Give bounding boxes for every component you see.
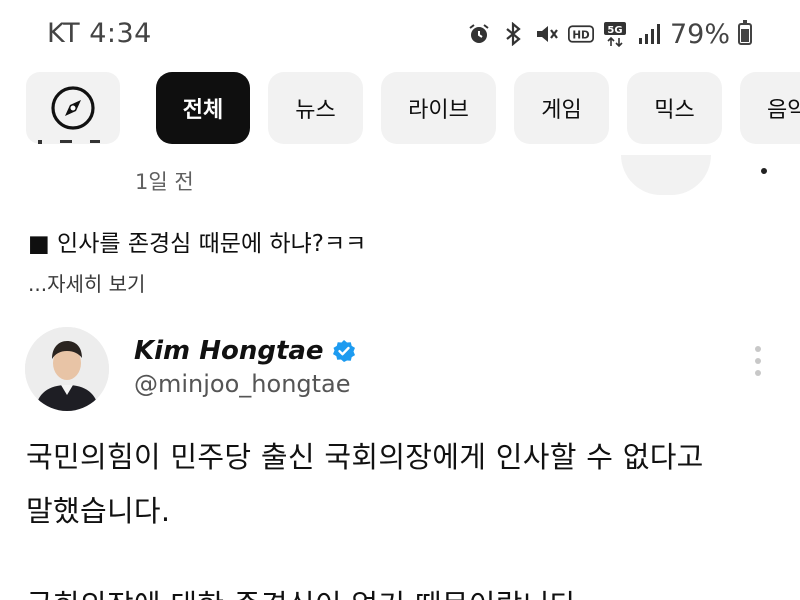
tweet-handle: @minjoo_hongtae — [134, 370, 351, 398]
carrier-label: KT — [47, 18, 81, 49]
status-icons: HD 5G 79% — [466, 18, 752, 50]
explore-button[interactable] — [26, 72, 120, 144]
author-name: Kim Hongtae — [134, 336, 324, 366]
5g-label: 5G — [607, 25, 622, 36]
verified-badge-icon — [332, 340, 355, 362]
bluetooth-icon — [500, 21, 526, 47]
status-bar: KT 4:34 HD 5G 79% — [0, 0, 800, 68]
chip-live[interactable]: 라이브 — [381, 72, 496, 144]
mute-icon — [534, 21, 560, 47]
read-more-link[interactable]: ...자세히 보기 — [28, 268, 145, 297]
chip-all[interactable]: 전체 — [156, 72, 250, 144]
clock: 4:34 — [89, 18, 152, 49]
kebab-dot — [755, 358, 761, 364]
chip-music[interactable]: 음악 — [740, 72, 800, 144]
hd-label: HD — [572, 29, 590, 41]
kebab-dot — [755, 346, 761, 352]
kebab-dot — [755, 370, 761, 376]
battery-percent: 79% — [669, 18, 730, 50]
5g-icon: 5G — [602, 21, 628, 47]
previous-menu-dot[interactable] — [761, 168, 767, 174]
tweet-line-4: 국회의장에 대한 존경심이 없기 때문이랍니다. — [26, 582, 586, 600]
category-chip-bar: 전체 뉴스 라이브 게임 믹스 음악 — [0, 72, 800, 144]
chip-mix[interactable]: 믹스 — [627, 72, 722, 144]
tweet-line-2: 말했습니다. — [26, 494, 171, 528]
tweet-author[interactable]: Kim Hongtae — [134, 336, 356, 366]
battery-icon — [738, 20, 752, 45]
chip-news[interactable]: 뉴스 — [268, 72, 363, 144]
post-text: ■ 인사를 존경심 때문에 하냐?ㅋㅋ — [28, 231, 367, 257]
carrier-time: KT 4:34 — [47, 18, 152, 49]
signal-icon — [636, 21, 662, 47]
hd-icon: HD — [567, 21, 594, 47]
tweet-more-options[interactable] — [750, 346, 766, 376]
previous-subscribe-button[interactable] — [621, 155, 711, 195]
avatar[interactable] — [25, 327, 109, 411]
previous-channel-name-fragment — [30, 140, 110, 160]
chip-games[interactable]: 게임 — [514, 72, 609, 144]
previous-post-time: 1일 전 — [135, 170, 194, 194]
alarm-icon — [466, 21, 492, 47]
tweet-line-1: 국민의힘이 민주당 출신 국회의장에게 인사할 수 없다고 — [26, 440, 704, 474]
compass-icon — [51, 86, 95, 130]
